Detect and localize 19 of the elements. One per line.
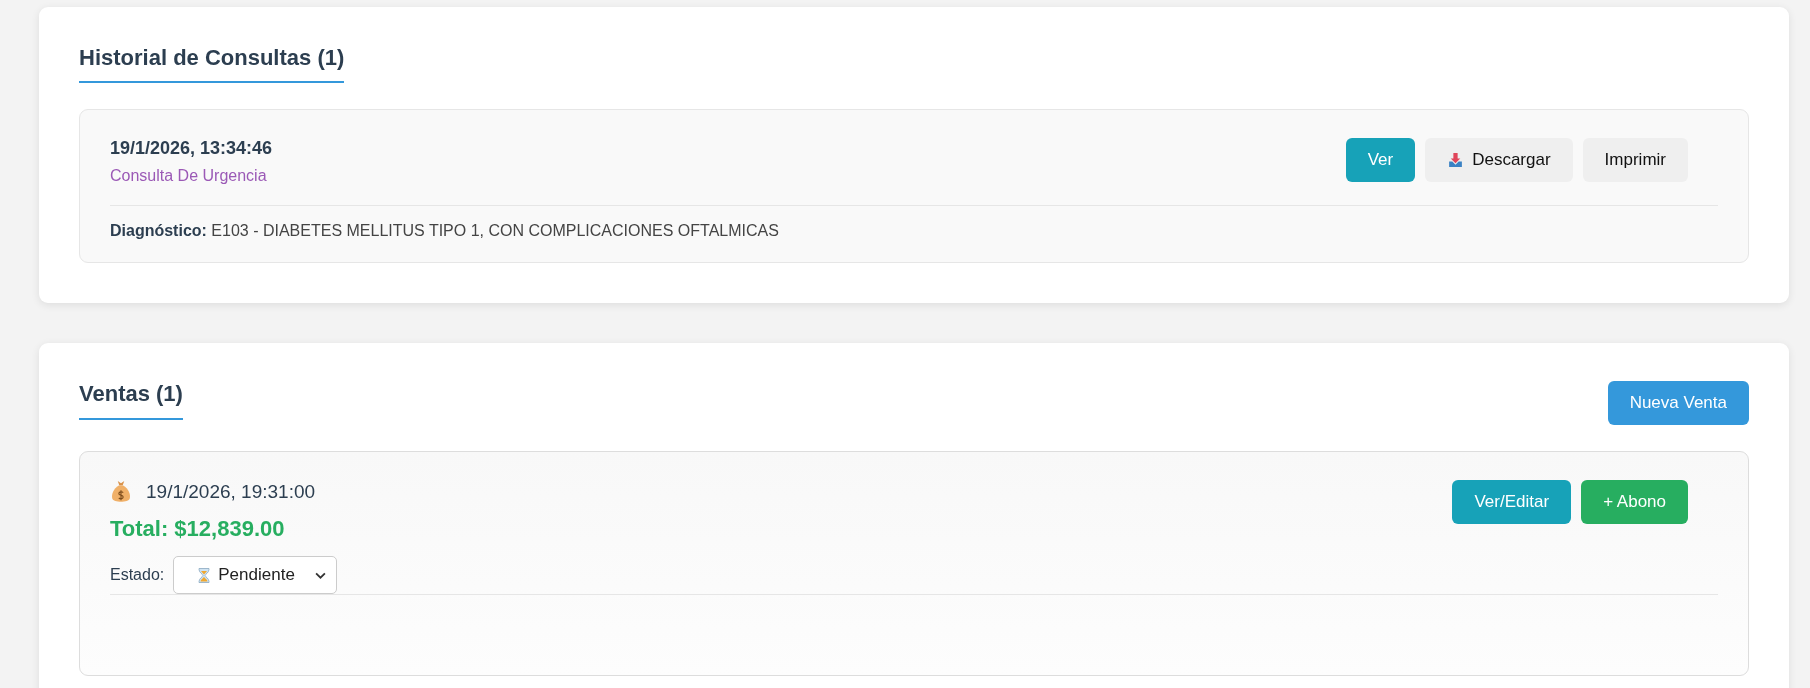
view-edit-button[interactable]: Ver/Editar bbox=[1452, 480, 1572, 525]
hourglass-icon bbox=[198, 566, 211, 584]
status-label: Estado: bbox=[110, 566, 165, 585]
add-payment-button[interactable]: + Abono bbox=[1581, 480, 1688, 525]
view-button[interactable]: Ver bbox=[1345, 138, 1416, 183]
download-button[interactable]: Descargar bbox=[1425, 138, 1573, 183]
chevron-down-icon bbox=[314, 571, 326, 579]
money-bag-icon bbox=[110, 480, 132, 505]
diagnosis-text: Diagnóstico: E103 - DIABETES MELLITUS TIPO 1, CON COMPLICACIONES OFTALMICAS bbox=[110, 222, 780, 241]
status-select[interactable]: Pendiente bbox=[173, 556, 337, 595]
sale-date: 19/1/2026, 19:31:00 bbox=[146, 481, 316, 504]
consultation-type: Consulta De Urgencia bbox=[110, 167, 268, 186]
consultation-date: 19/1/2026, 13:34:46 bbox=[110, 138, 273, 160]
print-button[interactable]: Imprimir bbox=[1582, 138, 1688, 183]
new-sale-button[interactable]: Nueva Venta bbox=[1607, 381, 1749, 426]
section-title: Historial de Consultas (1) bbox=[79, 45, 345, 84]
section-title: Ventas (1) bbox=[79, 381, 183, 420]
download-icon bbox=[1447, 151, 1465, 169]
sale-total: Total: $12,839.00 bbox=[110, 516, 286, 543]
